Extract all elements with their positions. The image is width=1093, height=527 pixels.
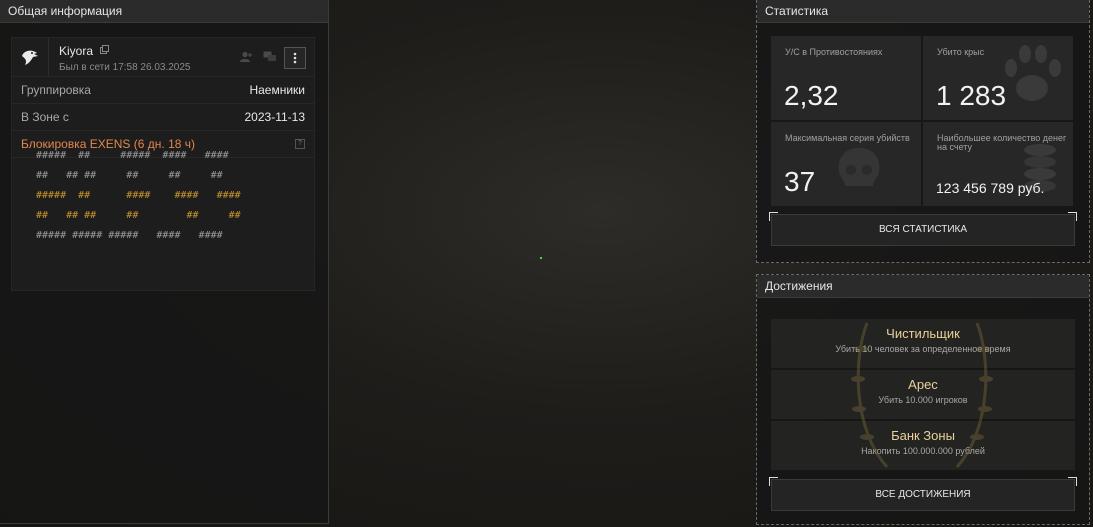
- faction-label: Группировка: [21, 83, 91, 97]
- copy-icon[interactable]: [100, 45, 109, 54]
- last-seen-text: Был в сети 17:58 26.03.2025: [59, 62, 191, 73]
- faction-row: Группировка Наемники: [12, 77, 314, 104]
- crosshair-dot: [540, 257, 542, 259]
- signature-line: ##### ##### ##### #### ####: [36, 230, 223, 241]
- signature-line: ##### ## #### #### ####: [36, 190, 241, 201]
- achievement-title: Чистильщик: [886, 326, 960, 341]
- achievement-desc: Накопить 100.000.000 рублей: [861, 446, 985, 456]
- add-friend-icon: [240, 51, 252, 62]
- kebab-menu-icon: [293, 52, 297, 64]
- stat-money-label: Наибольшее количество денег на счету: [937, 133, 1067, 152]
- skull-watermark-icon: [838, 148, 880, 186]
- stat-kd-value: 2,32: [784, 80, 839, 111]
- achievement-item[interactable]: Арес Убить 10.000 игроков: [771, 370, 1075, 419]
- stat-rats-cell: Убито крыс 1 283: [923, 36, 1073, 120]
- more-options-button[interactable]: [284, 47, 306, 69]
- signature-line: ## ## ## ## ## ##: [36, 210, 241, 221]
- stat-streak-value: 37: [784, 166, 816, 197]
- achievement-desc: Убить 10.000 игроков: [878, 395, 968, 405]
- stat-money-cell: Наибольшее количество денег на счету 123…: [923, 122, 1073, 206]
- achievement-item[interactable]: Чистильщик Убить 10 человек за определен…: [771, 319, 1075, 368]
- signature-line: ## ## ## ## ## ##: [36, 170, 223, 181]
- eagle-avatar-icon: [22, 50, 38, 65]
- all-stats-button[interactable]: ВСЯ СТАТИСТИКА: [769, 212, 1077, 246]
- stat-streak-cell: Максимальная серия убийств 37: [771, 122, 921, 206]
- achievements-panel: Достижения Чистильщик Убить 10 человек з…: [756, 274, 1090, 525]
- stat-money-value: 123 456 789 руб.: [936, 180, 1045, 196]
- achievement-title: Банк Зоны: [891, 428, 955, 443]
- stat-rats-label: Убито крыс: [937, 47, 985, 57]
- statistics-header: Статистика: [757, 0, 1089, 23]
- all-achievements-button[interactable]: ВСЕ ДОСТИЖЕНИЯ: [769, 477, 1077, 511]
- general-info-panel: Общая информация Kiyora Был в сети 17:58…: [0, 0, 329, 524]
- chat-icon: [263, 51, 276, 61]
- profile-top: Kiyora Был в сети 17:58 26.03.2025: [12, 38, 314, 77]
- zone-since-label: В Зоне с: [21, 110, 69, 124]
- statistics-panel: Статистика У/С в Противостояниях 2,32 Уб…: [756, 0, 1090, 263]
- stat-kd-cell: У/С в Противостояниях 2,32: [771, 36, 921, 120]
- stat-kd-label: У/С в Противостояниях: [785, 47, 883, 57]
- general-info-header: Общая информация: [0, 0, 328, 23]
- username: Kiyora: [59, 44, 94, 58]
- info-icon[interactable]: ?: [295, 139, 305, 149]
- achievement-desc: Убить 10 человек за определенное время: [835, 344, 1011, 354]
- achievement-title: Арес: [908, 377, 938, 392]
- stat-streak-label: Максимальная серия убийств: [785, 133, 910, 143]
- achievement-item[interactable]: Банк Зоны Накопить 100.000.000 рублей: [771, 421, 1075, 470]
- signature-art: ##### ## ##### #### #### ## ## ## ## ## #…: [36, 146, 241, 246]
- zone-since-row: В Зоне с 2023-11-13: [12, 104, 314, 131]
- stat-grid: У/С в Противостояниях 2,32 Убито крыс 1 …: [771, 36, 1075, 206]
- achievements-list: Чистильщик Убить 10 человек за определен…: [771, 319, 1075, 471]
- zone-since-value: 2023-11-13: [244, 110, 306, 124]
- add-friend-button[interactable]: [236, 47, 256, 67]
- signature-line: ##### ## ##### #### ####: [36, 150, 229, 161]
- faction-value: Наемники: [249, 83, 305, 97]
- stat-rats-value: 1 283: [936, 80, 1007, 111]
- message-button[interactable]: [260, 47, 280, 67]
- achievements-header: Достижения: [757, 275, 1089, 298]
- avatar-divider: [48, 38, 49, 76]
